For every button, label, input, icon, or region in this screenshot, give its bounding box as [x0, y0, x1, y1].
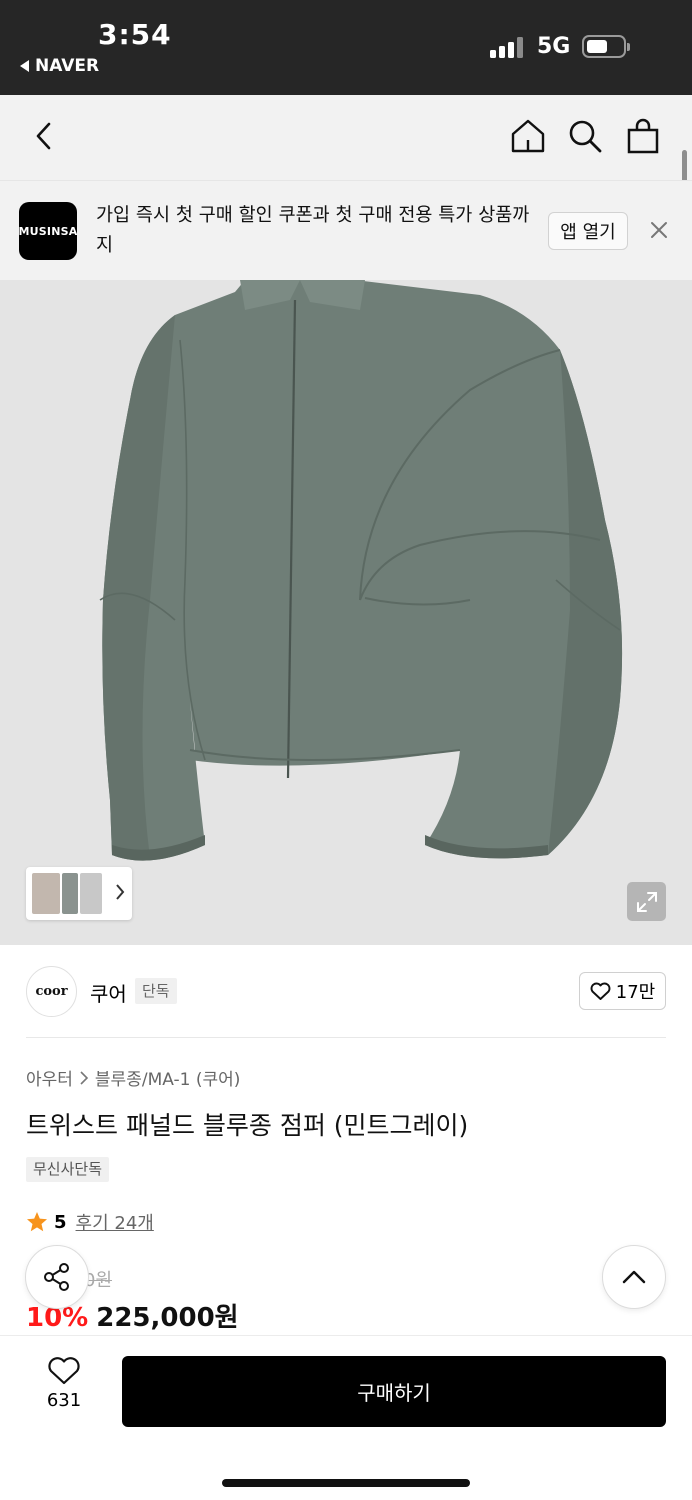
- sale-price: 225,000원: [96, 1303, 239, 1333]
- home-icon: [511, 119, 545, 153]
- exclusive-badge: 무신사단독: [26, 1157, 110, 1182]
- thumbnail-strip[interactable]: [26, 867, 132, 920]
- wishlist-count: 631: [46, 1390, 82, 1411]
- network-type: 5G: [537, 34, 571, 59]
- app-install-banner: MUSINSA 가입 즉시 첫 구매 할인 쿠폰과 첫 구매 전용 특가 상품까…: [0, 180, 692, 280]
- bottom-purchase-bar: 631 구매하기: [0, 1335, 692, 1500]
- search-icon: [569, 120, 602, 153]
- banner-close-button[interactable]: [646, 217, 672, 243]
- shopping-bag-icon: [627, 118, 659, 154]
- search-button[interactable]: [562, 113, 608, 159]
- divider: [26, 1037, 666, 1038]
- back-button[interactable]: [22, 113, 68, 159]
- back-app-label: NAVER: [35, 56, 100, 76]
- brand-like-button[interactable]: 17만: [579, 972, 666, 1010]
- expand-image-button[interactable]: [627, 882, 666, 921]
- back-arrow-icon: [36, 122, 51, 150]
- rating-score: 5: [54, 1211, 67, 1233]
- category-breadcrumb: 아우터 블루종/MA-1 (쿠어): [26, 1065, 240, 1090]
- heart-icon: [590, 982, 611, 1000]
- brand-like-count: 17만: [615, 982, 656, 1003]
- home-button[interactable]: [505, 113, 551, 159]
- share-icon: [44, 1263, 69, 1291]
- chevron-right-icon: [116, 884, 125, 900]
- breadcrumb-subcategory[interactable]: 블루종/MA-1 (쿠어): [95, 1065, 240, 1090]
- open-app-button[interactable]: 앱 열기: [548, 212, 628, 250]
- rating-summary: 5 후기 24개: [26, 1209, 154, 1235]
- heart-icon: [48, 1357, 80, 1385]
- star-icon: [27, 1212, 47, 1232]
- banner-message: 가입 즉시 첫 구매 할인 쿠폰과 첫 구매 전용 특가 상품까지: [96, 205, 530, 256]
- close-icon: [651, 222, 667, 238]
- top-navigation: [0, 95, 692, 180]
- status-time: 3:54: [98, 18, 172, 51]
- back-triangle-icon: [20, 60, 29, 72]
- thumbnail-beige[interactable]: [32, 873, 60, 914]
- signal-icon: [490, 36, 526, 58]
- brand-exclusive-tag: 단독: [135, 978, 177, 1004]
- brand-name[interactable]: 쿠어: [90, 978, 127, 1007]
- product-title: 트위스트 패널드 블루종 점퍼 (민트그레이): [26, 1111, 469, 1140]
- musinsa-logo: MUSINSA: [19, 202, 77, 260]
- scroll-top-button[interactable]: [602, 1245, 666, 1309]
- expand-icon: [636, 891, 657, 912]
- status-bar: 3:54 NAVER 5G: [0, 0, 692, 95]
- chevron-up-icon: [622, 1270, 646, 1284]
- jacket-photo: [99, 280, 623, 861]
- thumbnail-gray[interactable]: [62, 873, 78, 914]
- cart-button[interactable]: [620, 113, 666, 159]
- back-to-app-link[interactable]: NAVER: [20, 56, 99, 76]
- breadcrumb-category[interactable]: 아우터: [26, 1065, 73, 1090]
- share-button[interactable]: [25, 1245, 89, 1309]
- review-link[interactable]: 후기 24개: [76, 1209, 154, 1235]
- brand-logo[interactable]: coor: [26, 966, 77, 1017]
- thumbnail-white[interactable]: [80, 873, 102, 914]
- home-indicator: [222, 1479, 470, 1487]
- brand-row: coor 쿠어 단독 17만: [0, 945, 692, 1037]
- product-image[interactable]: [0, 280, 692, 945]
- chevron-right-icon: [80, 1070, 89, 1085]
- buy-button[interactable]: 구매하기: [122, 1356, 666, 1427]
- battery-icon: [582, 35, 630, 58]
- wishlist-button[interactable]: 631: [30, 1356, 98, 1426]
